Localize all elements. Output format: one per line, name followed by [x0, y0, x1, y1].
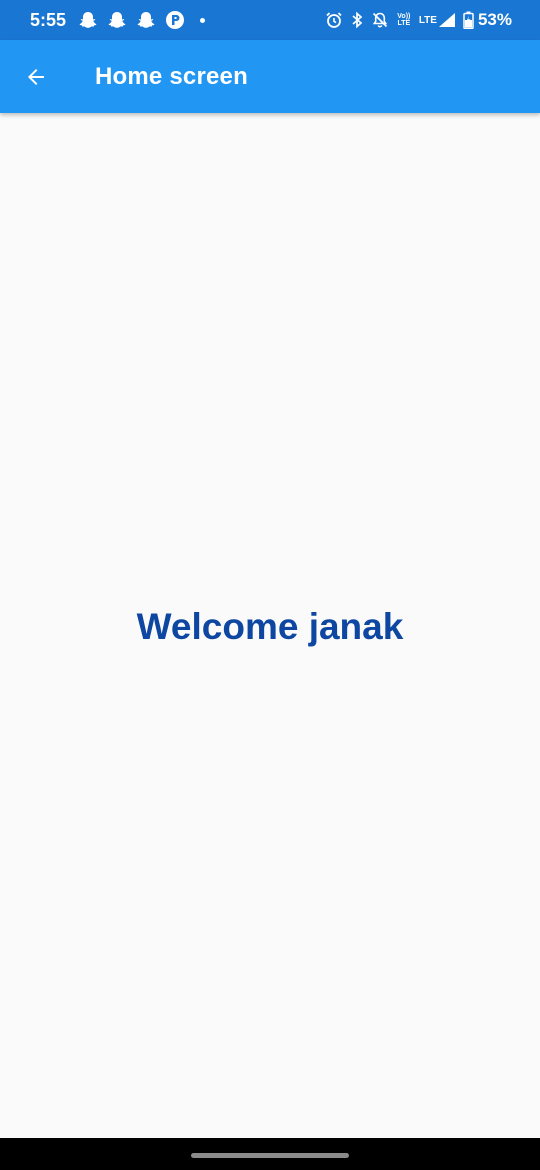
system-navigation-bar: [0, 1138, 540, 1170]
alarm-icon: [325, 11, 343, 29]
more-notifications-dot: [200, 17, 206, 23]
volte-icon: Vo)) LTE: [397, 13, 411, 27]
status-time: 5:55: [30, 9, 67, 30]
notifications-muted-icon: [371, 11, 389, 29]
arrow-back-icon: [24, 65, 48, 89]
status-bar-right: Vo)) LTE LTE 53%: [325, 10, 512, 30]
battery-percent: 53%: [477, 10, 512, 29]
app-bar: Home screen: [0, 40, 540, 113]
home-gesture-handle[interactable]: [191, 1152, 349, 1158]
welcome-message: Welcome janak: [136, 605, 404, 647]
status-bar: 5:55 Vo)) LTE LTE 53%: [0, 0, 540, 40]
bluetooth-icon: [350, 11, 364, 29]
app-notification-icon: [165, 10, 185, 30]
status-bar-left: 5:55: [30, 9, 206, 31]
snapchat-icon: [78, 10, 98, 30]
main-content: Welcome janak: [0, 113, 540, 1138]
snapchat-icon: [136, 10, 156, 30]
snapchat-icon: [107, 10, 127, 30]
page-title: Home screen: [95, 62, 248, 90]
cellular-signal-icon: LTE: [419, 12, 456, 28]
battery-charging-icon: [463, 11, 474, 29]
back-button[interactable]: [8, 49, 64, 105]
